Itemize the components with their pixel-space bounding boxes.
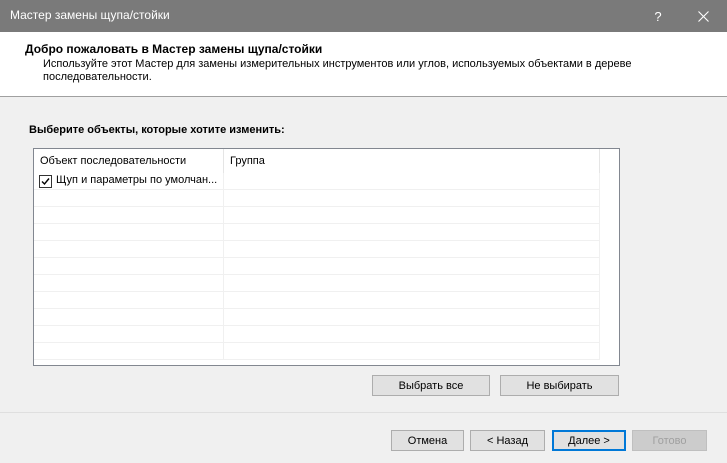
list-row-empty — [34, 190, 600, 207]
list-row-empty — [34, 326, 600, 343]
footer-separator — [0, 412, 727, 413]
column-header-object[interactable]: Объект последовательности — [34, 149, 224, 173]
help-button[interactable]: ? — [636, 0, 680, 32]
list-rows: Щуп и параметры по умолчан... — [34, 173, 600, 360]
next-button[interactable]: Далее > — [552, 430, 626, 451]
object-cell: Щуп и параметры по умолчан... — [34, 173, 224, 189]
list-row-empty — [34, 343, 600, 360]
close-button[interactable] — [680, 0, 727, 32]
wizard-window: Мастер замены щупа/стойки ? Добро пожало… — [0, 0, 727, 463]
item-label: Щуп и параметры по умолчан... — [56, 174, 218, 186]
header-description: Используйте этот Мастер для замены измер… — [43, 58, 632, 83]
list-row-empty — [34, 292, 600, 309]
list-row-empty — [34, 309, 600, 326]
title-bar[interactable]: Мастер замены щупа/стойки ? — [0, 0, 727, 32]
column-header-filler — [600, 149, 619, 173]
back-button[interactable]: < Назад — [470, 430, 545, 451]
list-row-empty — [34, 275, 600, 292]
header-title: Добро пожаловать в Мастер замены щупа/ст… — [25, 42, 323, 56]
list-item[interactable]: Щуп и параметры по умолчан... — [34, 173, 600, 190]
list-row-empty — [34, 224, 600, 241]
list-row-empty — [34, 207, 600, 224]
finish-button: Готово — [632, 430, 707, 451]
window-title: Мастер замены щупа/стойки — [10, 8, 170, 22]
select-all-button[interactable]: Выбрать все — [372, 375, 490, 396]
column-header-group[interactable]: Группа — [224, 149, 600, 173]
cancel-button[interactable]: Отмена — [391, 430, 464, 451]
list-row-empty — [34, 258, 600, 275]
select-none-button[interactable]: Не выбирать — [500, 375, 619, 396]
item-checkbox[interactable] — [39, 175, 52, 188]
list-row-empty — [34, 241, 600, 258]
checkmark-icon — [41, 178, 50, 186]
close-icon — [698, 10, 709, 22]
objects-list[interactable]: Объект последовательности Группа Щуп и п… — [33, 148, 620, 366]
wizard-header: Добро пожаловать в Мастер замены щупа/ст… — [0, 32, 727, 97]
selection-prompt: Выберите объекты, которые хотите изменит… — [29, 124, 285, 136]
group-cell — [224, 173, 600, 189]
